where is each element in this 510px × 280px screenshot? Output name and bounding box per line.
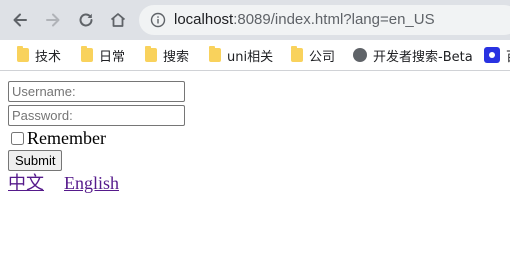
password-input[interactable] xyxy=(8,105,185,126)
forward-button[interactable] xyxy=(41,8,65,32)
folder-icon xyxy=(209,46,221,62)
folder-icon xyxy=(17,46,29,62)
username-input[interactable] xyxy=(8,81,185,102)
bookmark-label: 百 xyxy=(506,46,510,65)
language-link-chinese[interactable]: 中文 xyxy=(8,173,44,193)
language-link-english[interactable]: English xyxy=(64,173,119,193)
back-button[interactable] xyxy=(8,8,32,32)
bookmark-label: 日常 xyxy=(99,49,126,65)
address-bar[interactable]: localhost:8089/index.html?lang=en_US xyxy=(139,5,510,35)
home-icon xyxy=(110,13,126,27)
remember-checkbox[interactable] xyxy=(11,131,24,145)
language-switcher: 中文 English xyxy=(8,172,185,194)
remember-label: Remember xyxy=(27,128,106,148)
bookmark-label: 公司 xyxy=(309,49,336,65)
info-icon[interactable] xyxy=(150,12,166,28)
bookmark-daily[interactable]: 日常 xyxy=(81,40,125,70)
bookmark-label: 搜索 xyxy=(163,49,190,65)
paw-icon xyxy=(484,47,500,63)
browser-toolbar: localhost:8089/index.html?lang=en_US xyxy=(0,0,510,40)
bookmark-uni[interactable]: uni相关 xyxy=(209,40,273,70)
bookmark-tech[interactable]: 技术 xyxy=(17,40,61,70)
url-path: :8089/index.html?lang=en_US xyxy=(233,11,435,28)
bookmark-dev-search[interactable]: 开发者搜索-Beta xyxy=(353,40,473,70)
login-form: Remember Submit 中文 English xyxy=(8,81,185,194)
bookmark-label: uni相关 xyxy=(227,49,274,65)
bookmark-baidu[interactable]: 百 xyxy=(484,40,510,70)
globe-icon xyxy=(353,48,367,62)
remember-row: Remember xyxy=(8,128,185,148)
bookmark-search[interactable]: 搜索 xyxy=(145,40,189,70)
home-button[interactable] xyxy=(106,8,130,32)
forward-arrow-icon xyxy=(46,13,60,27)
bookmark-company[interactable]: 公司 xyxy=(291,40,335,70)
back-arrow-icon xyxy=(13,13,27,27)
folder-icon xyxy=(291,46,303,62)
bookmark-label: 技术 xyxy=(35,49,62,65)
reload-button[interactable] xyxy=(74,8,98,32)
reload-icon xyxy=(79,13,93,27)
url-text[interactable]: localhost:8089/index.html?lang=en_US xyxy=(174,5,435,35)
submit-button[interactable]: Submit xyxy=(8,150,63,171)
folder-icon xyxy=(81,46,93,62)
url-host: localhost xyxy=(174,11,234,28)
bookmarks-bar: 技术 日常 搜索 uni相关 公司 开发者搜索-Beta 百 xyxy=(0,40,510,71)
bookmark-label: 开发者搜索-Beta xyxy=(373,49,473,65)
folder-icon xyxy=(145,46,157,62)
